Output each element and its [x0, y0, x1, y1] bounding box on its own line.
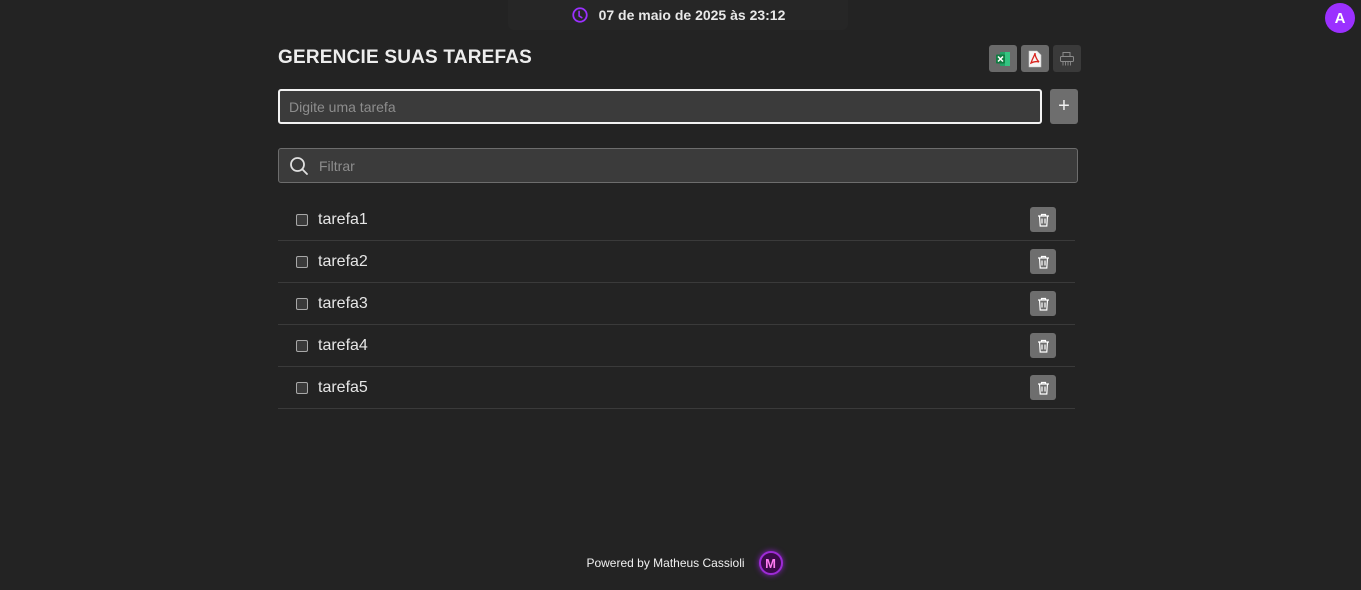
task-checkbox[interactable]	[296, 213, 308, 226]
task-checkbox[interactable]	[296, 339, 308, 352]
task-label: tarefa4	[318, 336, 368, 354]
delete-task-button[interactable]	[1030, 249, 1056, 274]
trash-icon	[1037, 297, 1049, 311]
task-row: tarefa3	[278, 283, 1075, 325]
export-pdf-button[interactable]	[1021, 45, 1049, 72]
pdf-icon	[1028, 50, 1042, 67]
trash-icon	[1037, 339, 1049, 353]
task-list: tarefa1 tarefa2 tarefa3 tarefa4 tarefa5	[278, 199, 1075, 409]
datetime-text: 07 de maio de 2025 às 23:12	[598, 7, 786, 23]
print-icon	[1060, 51, 1074, 65]
task-checkbox[interactable]	[296, 381, 308, 394]
search-icon	[290, 156, 308, 175]
filter-input[interactable]	[319, 157, 1077, 174]
delete-task-button[interactable]	[1030, 207, 1056, 232]
export-toolbar	[989, 45, 1081, 72]
delete-task-button[interactable]	[1030, 375, 1056, 400]
footer: Powered by Matheus Cassioli M	[0, 550, 1361, 576]
task-label: tarefa3	[318, 294, 368, 312]
footer-credit: Powered by Matheus Cassioli	[586, 556, 745, 570]
page-title: GERENCIE SUAS TAREFAS	[278, 47, 533, 68]
filter-box	[278, 148, 1078, 183]
clock-icon	[571, 7, 588, 23]
datetime-bar: 07 de maio de 2025 às 23:12	[508, 0, 848, 30]
add-task-button[interactable]: +	[1050, 89, 1078, 124]
search-icon-wrap	[279, 156, 319, 176]
print-button[interactable]	[1053, 45, 1081, 72]
export-excel-button[interactable]	[989, 45, 1017, 72]
excel-icon	[996, 51, 1010, 66]
task-checkbox[interactable]	[296, 297, 308, 310]
task-checkbox[interactable]	[296, 255, 308, 268]
author-logo[interactable]: M	[758, 551, 783, 575]
task-row: tarefa5	[278, 367, 1075, 409]
trash-icon	[1037, 255, 1049, 269]
author-logo-letter: M	[765, 555, 776, 571]
delete-task-button[interactable]	[1030, 333, 1056, 358]
trash-icon	[1037, 213, 1049, 227]
task-input[interactable]	[278, 89, 1042, 124]
delete-task-button[interactable]	[1030, 291, 1056, 316]
trash-icon	[1037, 381, 1049, 395]
task-label: tarefa1	[318, 210, 368, 228]
task-row: tarefa4	[278, 325, 1075, 367]
task-label: tarefa2	[318, 252, 368, 270]
task-label: tarefa5	[318, 378, 368, 396]
task-row: tarefa2	[278, 241, 1075, 283]
avatar[interactable]: A	[1325, 3, 1355, 33]
task-row: tarefa1	[278, 199, 1075, 241]
